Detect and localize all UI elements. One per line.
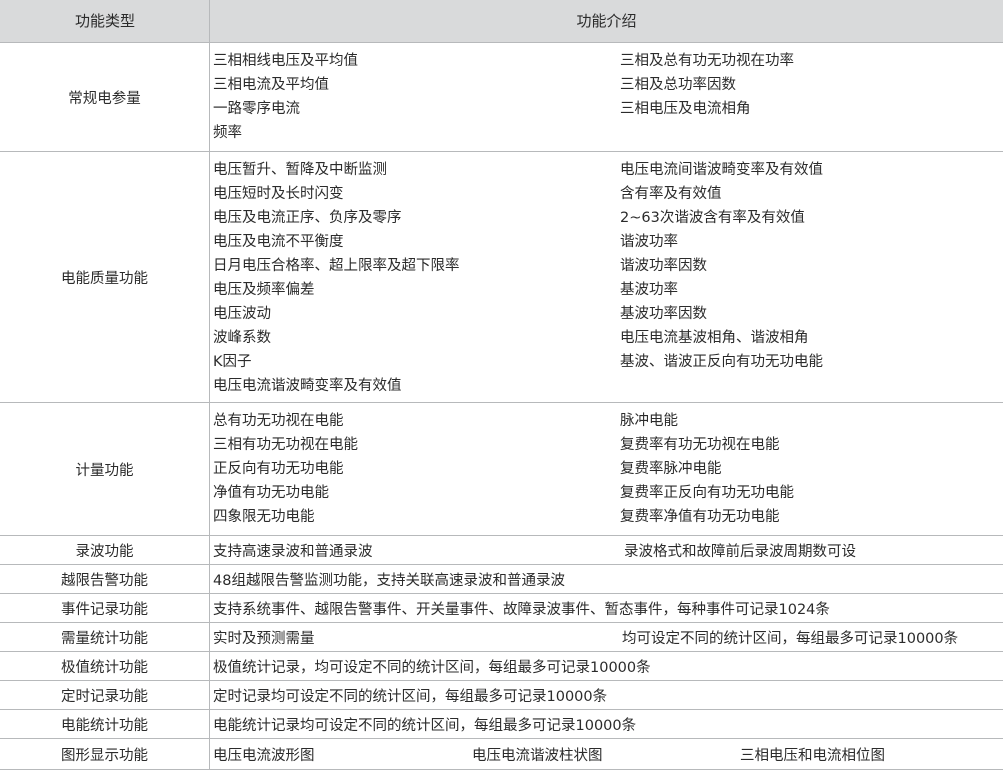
row-type: 极值统计功能 [61, 659, 148, 676]
list-item: 基波功率因数 [620, 306, 707, 322]
row-right-list: 脉冲电能 复费率有功无功视在电能 复费率脉冲电能 复费率正反向有功无功电能 复费… [620, 409, 794, 529]
row-right-text: 录波格式和故障前后录波周期数可设 [624, 543, 856, 560]
table-row: 电能统计功能 电能统计记录均可设定不同的统计区间，每组最多可记录10000条 [0, 710, 1003, 739]
table-header: 功能类型 功能介绍 [0, 0, 1003, 43]
row-type: 图形显示功能 [61, 747, 148, 764]
list-item: 四象限无功电能 [213, 509, 315, 525]
table-row: 计量功能 总有功无功视在电能 三相有功无功视在电能 正反向有功无功电能 净值有功… [0, 403, 1003, 536]
row-type: 事件记录功能 [61, 601, 148, 618]
table-row: 事件记录功能 支持系统事件、越限告警事件、开关量事件、故障录波事件、暂态事件，每… [0, 594, 1003, 623]
row-mid-text: 电压电流谐波柱状图 [472, 747, 603, 764]
table-row: 越限告警功能 48组越限告警监测功能，支持关联高速录波和普通录波 [0, 565, 1003, 594]
row-type: 计量功能 [75, 462, 134, 479]
list-item: 电压电流基波相角、谐波相角 [620, 330, 809, 346]
list-item: 电压及电流不平衡度 [213, 234, 344, 250]
row-type: 需量统计功能 [61, 630, 148, 647]
list-item: 电压短时及长时闪变 [213, 186, 344, 202]
function-table: 功能类型 功能介绍 常规电参量 三相相线电压及平均值 三相电流及平均值 一路零序… [0, 0, 1003, 770]
row-type: 越限告警功能 [61, 572, 148, 589]
header-function-type: 功能类型 [74, 12, 135, 30]
list-item: 含有率及有效值 [620, 186, 722, 202]
list-item: 电压及电流正序、负序及零序 [213, 210, 402, 226]
list-item: 日月电压合格率、超上限率及超下限率 [213, 258, 460, 274]
list-item: 三相及总功率因数 [620, 77, 736, 93]
list-item: K因子 [213, 354, 252, 370]
row-left-text: 极值统计记录，均可设定不同的统计区间，每组最多可记录10000条 [213, 659, 651, 676]
table-row: 极值统计功能 极值统计记录，均可设定不同的统计区间，每组最多可记录10000条 [0, 652, 1003, 681]
row-right-list: 三相及总有功无功视在功率 三相及总功率因数 三相电压及电流相角 [620, 49, 794, 121]
table-row: 录波功能 支持高速录波和普通录波 录波格式和故障前后录波周期数可设 [0, 536, 1003, 565]
list-item: 脉冲电能 [620, 413, 678, 429]
row-type: 电能质量功能 [61, 270, 148, 287]
list-item: 正反向有功无功电能 [213, 461, 344, 477]
row-left-list: 电压暂升、暂降及中断监测 电压短时及长时闪变 电压及电流正序、负序及零序 电压及… [213, 158, 460, 398]
row-left-text: 支持高速录波和普通录波 [213, 543, 373, 560]
list-item: 电压电流间谐波畸变率及有效值 [620, 162, 823, 178]
list-item: 复费率脉冲电能 [620, 461, 722, 477]
list-item: 电压电流谐波畸变率及有效值 [213, 378, 402, 394]
row-left-text: 定时记录均可设定不同的统计区间，每组最多可记录10000条 [213, 688, 608, 705]
list-item: 基波、谐波正反向有功无功电能 [620, 354, 823, 370]
row-left-text: 实时及预测需量 [213, 630, 315, 647]
table-row: 定时记录功能 定时记录均可设定不同的统计区间，每组最多可记录10000条 [0, 681, 1003, 710]
list-item: 电压及频率偏差 [213, 282, 315, 298]
row-type: 录波功能 [75, 543, 134, 560]
table-row: 电能质量功能 电压暂升、暂降及中断监测 电压短时及长时闪变 电压及电流正序、负序… [0, 152, 1003, 403]
row-left-list: 总有功无功视在电能 三相有功无功视在电能 正反向有功无功电能 净值有功无功电能 … [213, 409, 358, 529]
row-left-text: 电压电流波形图 [213, 747, 315, 764]
list-item: 复费率净值有功无功电能 [620, 509, 780, 525]
row-left-text: 48组越限告警监测功能，支持关联高速录波和普通录波 [213, 572, 565, 589]
table-row: 需量统计功能 实时及预测需量 均可设定不同的统计区间，每组最多可记录10000条 [0, 623, 1003, 652]
row-right-text: 三相电压和电流相位图 [740, 747, 885, 764]
list-item: 复费率有功无功视在电能 [620, 437, 780, 453]
table-row: 图形显示功能 电压电流波形图 电压电流谐波柱状图 三相电压和电流相位图 [0, 739, 1003, 770]
list-item: 三相有功无功视在电能 [213, 437, 358, 453]
table-row: 常规电参量 三相相线电压及平均值 三相电流及平均值 一路零序电流 频率 三相及总… [0, 43, 1003, 152]
row-left-text: 电能统计记录均可设定不同的统计区间，每组最多可记录10000条 [213, 717, 637, 734]
row-left-list: 三相相线电压及平均值 三相电流及平均值 一路零序电流 频率 [213, 49, 358, 145]
list-item: 复费率正反向有功无功电能 [620, 485, 794, 501]
header-function-intro: 功能介绍 [576, 12, 637, 30]
list-item: 三相电流及平均值 [213, 77, 329, 93]
row-type: 定时记录功能 [61, 688, 148, 705]
list-item: 三相电压及电流相角 [620, 101, 751, 117]
list-item: 净值有功无功电能 [213, 485, 329, 501]
list-item: 波峰系数 [213, 330, 271, 346]
list-item: 基波功率 [620, 282, 678, 298]
row-right-list: 电压电流间谐波畸变率及有效值 含有率及有效值 2~63次谐波含有率及有效值 谐波… [620, 158, 823, 374]
list-item: 电压波动 [213, 306, 271, 322]
row-type: 电能统计功能 [61, 717, 148, 734]
list-item: 频率 [213, 125, 242, 141]
column-divider [209, 0, 210, 770]
list-item: 2~63次谐波含有率及有效值 [620, 210, 805, 226]
list-item: 谐波功率因数 [620, 258, 707, 274]
row-right-text: 均可设定不同的统计区间，每组最多可记录10000条 [622, 630, 959, 647]
list-item: 电压暂升、暂降及中断监测 [213, 162, 387, 178]
list-item: 一路零序电流 [213, 101, 300, 117]
list-item: 谐波功率 [620, 234, 678, 250]
row-left-text: 支持系统事件、越限告警事件、开关量事件、故障录波事件、暂态事件，每种事件可记录1… [213, 601, 830, 618]
list-item: 总有功无功视在电能 [213, 413, 344, 429]
list-item: 三相相线电压及平均值 [213, 53, 358, 69]
list-item: 三相及总有功无功视在功率 [620, 53, 794, 69]
row-type: 常规电参量 [68, 90, 141, 107]
